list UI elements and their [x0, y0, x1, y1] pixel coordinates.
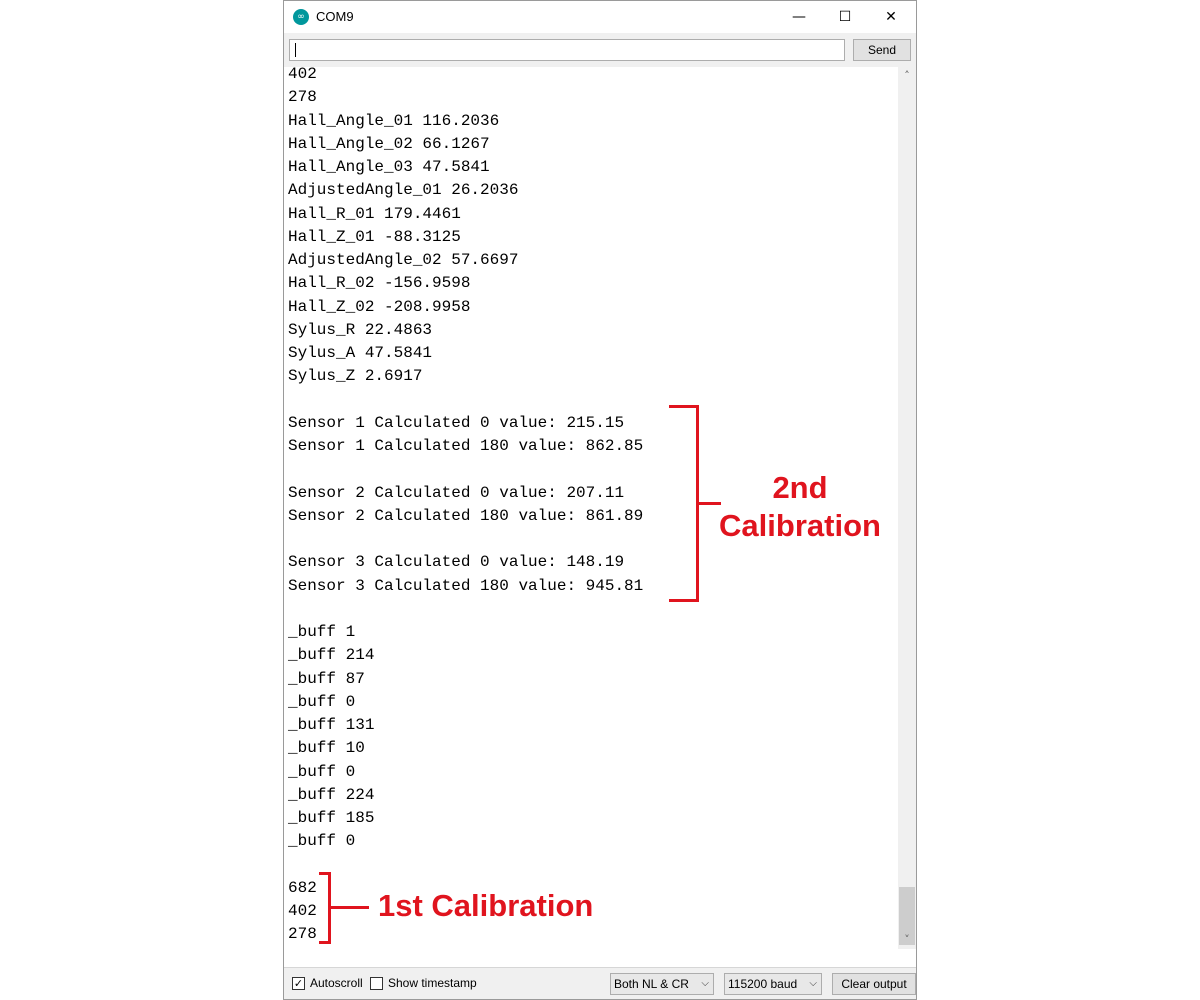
baud-rate-select[interactable]: 115200 baud ⌵: [724, 973, 822, 995]
bottom-bar: ✓ Autoscroll Show timestamp Both NL & CR…: [284, 967, 916, 999]
maximize-button[interactable]: ☐: [822, 1, 868, 33]
second-calibration-bracket: [669, 405, 699, 602]
output-line: AdjustedAngle_01 26.2036: [288, 181, 519, 200]
output-line: 682: [288, 878, 317, 897]
output-line: Hall_Angle_01 116.2036: [288, 111, 500, 130]
send-button[interactable]: Send: [853, 39, 911, 61]
first-calibration-bracket-tick: [331, 906, 369, 909]
output-line: _buff 1: [288, 623, 356, 641]
close-button[interactable]: ✕: [868, 1, 914, 33]
output-line: Hall_R_02 -156.9598: [288, 274, 471, 293]
output-line: Hall_Angle_03 47.5841: [288, 158, 490, 176]
show-timestamp-checkbox[interactable]: [370, 977, 383, 990]
output-line: AdjustedAngle_02 57.6697: [288, 251, 519, 269]
output-line: Sylus_A 47.5841: [288, 344, 433, 362]
line-ending-select[interactable]: Both NL & CR ⌵: [610, 973, 714, 995]
chevron-down-icon: ⌵: [809, 978, 817, 989]
send-toolbar: Send: [284, 33, 916, 67]
output-line: Sylus_R 22.4863: [288, 320, 433, 339]
output-line: 402: [288, 67, 317, 83]
output-line: _buff 224: [288, 785, 375, 804]
baud-rate-value: 115200 baud: [728, 977, 798, 991]
output-line: 278: [288, 925, 317, 944]
output-line: Sensor 2 Calculated 0 value: 207.11: [288, 483, 625, 502]
output-line: Sensor 3 Calculated 0 value: 148.19: [288, 553, 625, 572]
output-line: Hall_R_01 179.4461: [288, 204, 461, 223]
output-line: Sensor 3 Calculated 180 value: 945.81: [288, 576, 644, 595]
output-line: Sensor 1 Calculated 0 value: 215.15: [288, 413, 625, 432]
scroll-up-icon[interactable]: ˄: [898, 69, 916, 83]
output-line: _buff 0: [288, 762, 356, 781]
output-line: _buff 87: [288, 669, 365, 688]
scroll-down-icon[interactable]: ˅: [898, 933, 916, 947]
autoscroll-checkbox[interactable]: ✓: [292, 977, 305, 990]
output-line: Sensor 1 Calculated 180 value: 862.85: [288, 437, 644, 455]
output-line: 402: [288, 902, 317, 920]
title-bar: ∞ COM9 — ☐ ✕: [284, 1, 916, 33]
clear-output-button[interactable]: Clear output: [832, 973, 916, 995]
arduino-icon: ∞: [293, 9, 309, 25]
chevron-down-icon: ⌵: [701, 978, 709, 989]
serial-input-field[interactable]: [289, 39, 845, 61]
output-line: _buff 214: [288, 646, 375, 665]
output-line: _buff 0: [288, 832, 356, 851]
first-calibration-label: 1st Calibration: [378, 888, 594, 923]
second-calibration-label-line1: 2nd: [772, 470, 828, 505]
vertical-scrollbar[interactable]: ˄ ˅: [898, 67, 916, 949]
first-calibration-bracket: [319, 872, 331, 944]
text-caret: [295, 43, 296, 57]
autoscroll-label: Autoscroll: [310, 976, 363, 990]
output-line: _buff 131: [288, 716, 375, 734]
show-timestamp-label: Show timestamp: [388, 976, 477, 990]
output-line: Sylus_Z 2.6917: [288, 367, 423, 386]
output-line: _buff 185: [288, 809, 375, 827]
line-ending-value: Both NL & CR: [614, 977, 689, 991]
second-calibration-label-line2: Calibration: [719, 508, 881, 543]
window-title: COM9: [316, 9, 354, 24]
output-line: 278: [288, 88, 317, 107]
output-line: Hall_Angle_02 66.1267: [288, 134, 490, 153]
output-line: Hall_Z_02 -208.9958: [288, 297, 471, 316]
output-line: Sensor 2 Calculated 180 value: 861.89: [288, 506, 644, 525]
minimize-button[interactable]: —: [776, 1, 822, 33]
output-line: _buff 0: [288, 692, 356, 711]
output-line: Hall_Z_01 -88.3125: [288, 227, 461, 246]
output-line: _buff 10: [288, 739, 365, 758]
